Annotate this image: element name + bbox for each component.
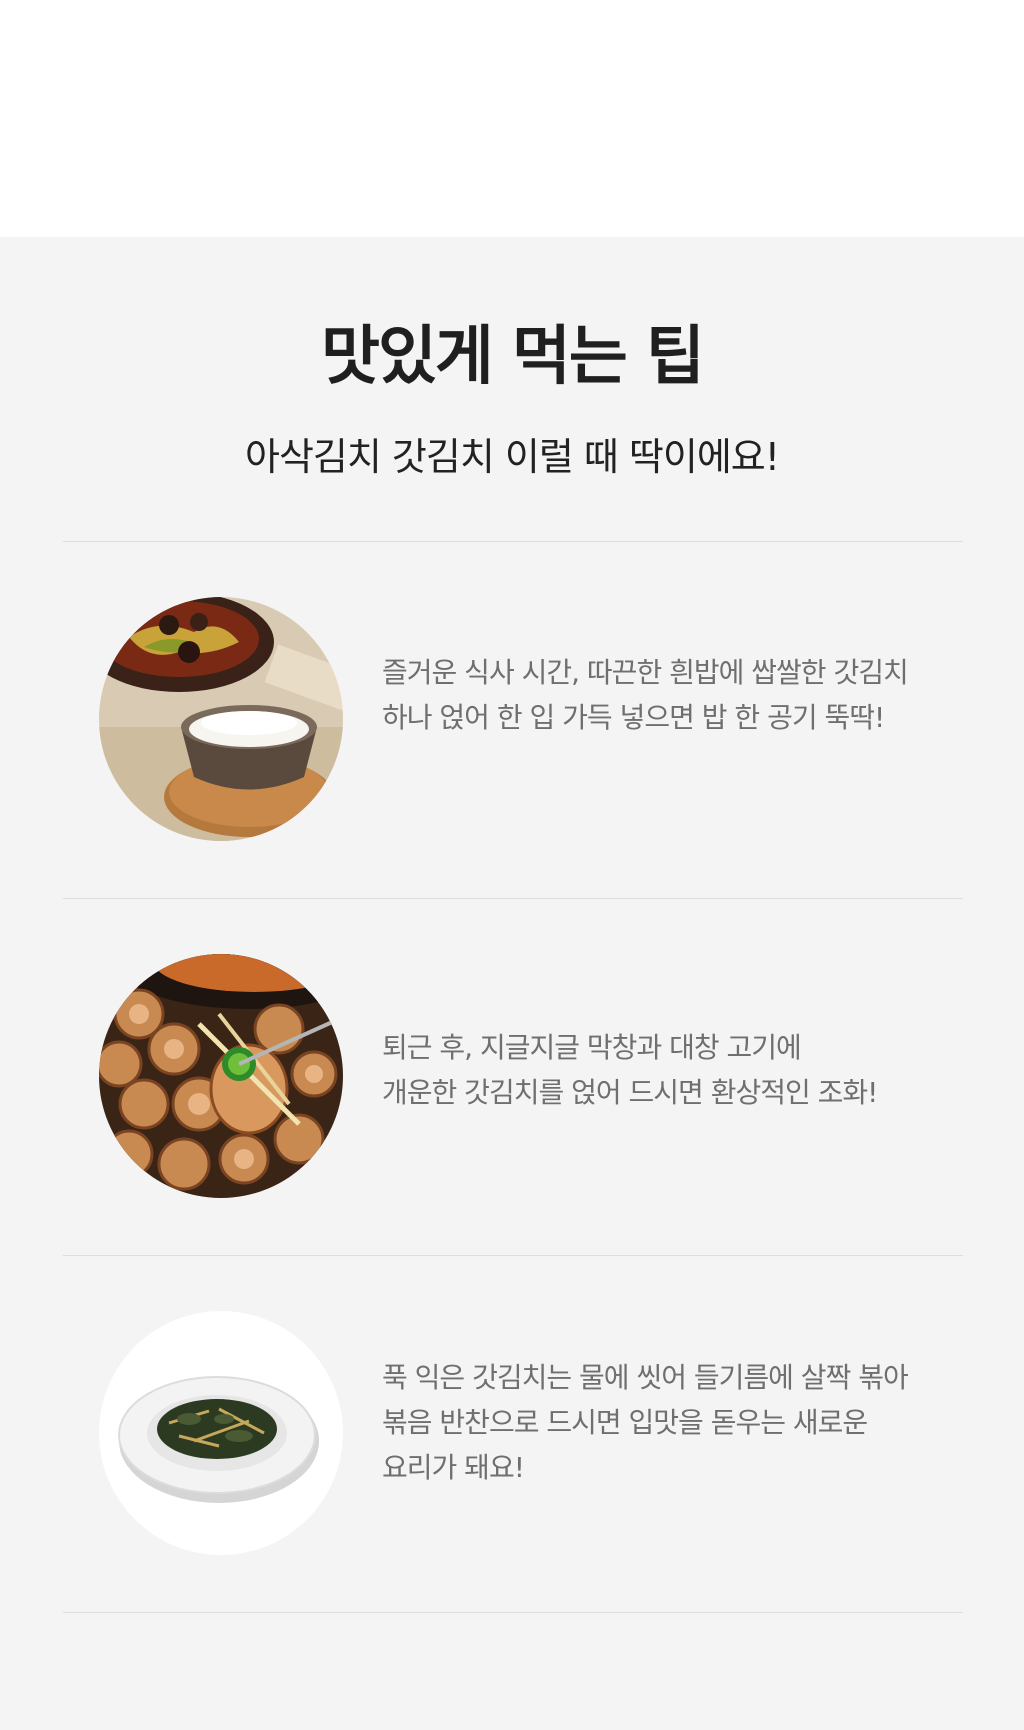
tip-line: 즐거운 식사 시간, 따끈한 흰밥에 쌉쌀한 갓김치 (382, 656, 909, 689)
tip-description: 푹 익은 갓김치는 물에 씻어 들기름에 살짝 볶아 볶음 반찬으로 드시면 입… (382, 1355, 942, 1490)
grilled-makchang-photo (99, 954, 343, 1198)
tip-item-rice: 즐거운 식사 시간, 따끈한 흰밥에 쌉쌀한 갓김치 하나 얹어 한 입 가득 … (63, 541, 963, 898)
section-title: 맛있게 먹는 팁 (321, 320, 705, 394)
stir-fried-kimchi-side-dish-photo (99, 1311, 343, 1555)
tip-line: 개운한 갓김치를 얹어 드시면 환상적인 조화! (382, 1076, 878, 1109)
divider (63, 1612, 963, 1613)
tip-line: 볶음 반찬으로 드시면 입맛을 돋우는 새로운 (382, 1406, 868, 1439)
section-subtitle: 아삭김치 갓김치 이럴 때 딱이에요! (245, 435, 780, 479)
tip-item-stir-fry: 푹 익은 갓김치는 물에 씻어 들기름에 살짝 볶아 볶음 반찬으로 드시면 입… (63, 1255, 963, 1612)
tip-line: 퇴근 후, 지글지글 막창과 대창 고기에 (382, 1031, 802, 1064)
tips-section: 맛있게 먹는 팁 아삭김치 갓김치 이럴 때 딱이에요! 즐거운 식사 시간, … (0, 237, 1024, 1730)
tip-description: 퇴근 후, 지글지글 막창과 대창 고기에 개운한 갓김치를 얹어 드시면 환상… (382, 1025, 942, 1115)
tip-line: 하나 얹어 한 입 가득 넣으면 밥 한 공기 뚝딱! (382, 701, 885, 734)
tip-line: 푹 익은 갓김치는 물에 씻어 들기름에 살짝 볶아 (382, 1361, 909, 1394)
rice-with-kimchi-photo (99, 597, 343, 841)
tip-description: 즐거운 식사 시간, 따끈한 흰밥에 쌉쌀한 갓김치 하나 얹어 한 입 가득 … (382, 650, 942, 740)
tip-line: 요리가 돼요! (382, 1451, 525, 1484)
top-blank-area (0, 0, 1024, 237)
tip-item-makchang: 퇴근 후, 지글지글 막창과 대창 고기에 개운한 갓김치를 얹어 드시면 환상… (63, 898, 963, 1255)
